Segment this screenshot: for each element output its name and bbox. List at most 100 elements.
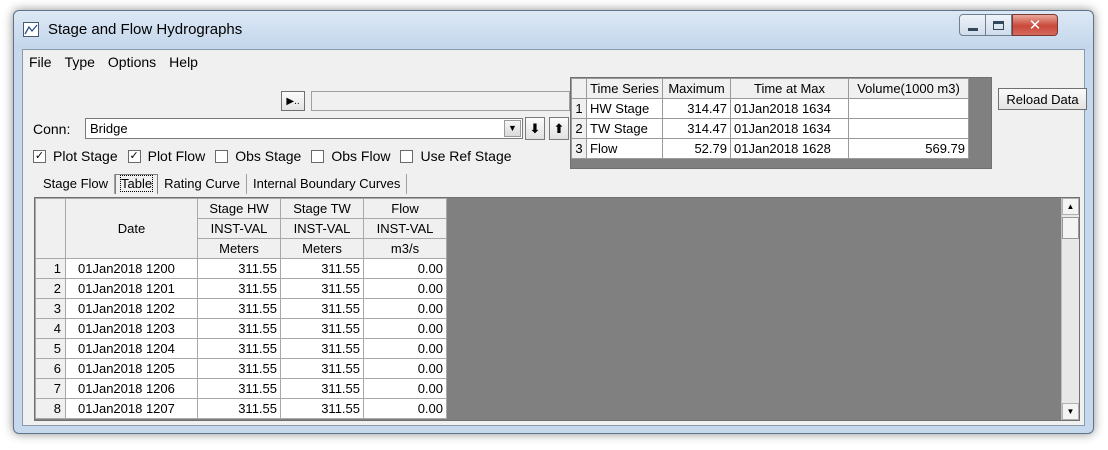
series-cell[interactable]: TW Stage <box>586 118 663 139</box>
flow-cell[interactable]: 0.00 <box>363 298 447 319</box>
conn-value: Bridge <box>90 121 128 136</box>
max-cell[interactable]: 314.47 <box>662 98 731 119</box>
obs-stage-checkbox[interactable]: Obs Stage <box>215 148 301 164</box>
menu-options[interactable]: Options <box>108 54 156 70</box>
time-cell[interactable]: 01Jan2018 1628 <box>730 138 849 159</box>
series-cell[interactable]: Flow <box>586 138 663 159</box>
row-number: 8 <box>35 398 66 419</box>
table-row[interactable]: 7 01Jan2018 1206 311.55 311.55 0.00 <box>35 378 447 399</box>
time-cell[interactable]: 01Jan2018 1634 <box>730 118 849 139</box>
tw-cell[interactable]: 311.55 <box>280 378 364 399</box>
plot-flow-checkbox[interactable]: ✓ Plot Flow <box>127 148 205 164</box>
maximize-button[interactable] <box>985 14 1012 36</box>
flow-cell[interactable]: 0.00 <box>363 278 447 299</box>
max-cell[interactable]: 52.79 <box>662 138 731 159</box>
summary-row[interactable]: 2 TW Stage 314.47 01Jan2018 1634 <box>571 118 969 139</box>
date-cell[interactable]: 01Jan2018 1203 <box>65 318 198 339</box>
conn-label: Conn: <box>33 121 71 137</box>
tab-strip: Stage Flow Table Rating Curve Internal B… <box>37 174 408 194</box>
row-number: 3 <box>571 138 587 159</box>
hw-cell[interactable]: 311.55 <box>197 278 281 299</box>
tw-cell[interactable]: 311.55 <box>280 298 364 319</box>
scroll-up-button[interactable]: ▲ <box>1062 198 1079 215</box>
tw-cell[interactable]: 311.55 <box>280 318 364 339</box>
hw-cell[interactable]: 311.55 <box>197 338 281 359</box>
hw-cell[interactable]: 311.55 <box>197 258 281 279</box>
plot-options: ✓ Plot Stage ✓ Plot Flow Obs Stage Obs Flo… <box>33 148 522 164</box>
chevron-down-icon[interactable]: ▼ <box>504 120 521 137</box>
date-cell[interactable]: 01Jan2018 1201 <box>65 278 198 299</box>
tw-cell[interactable]: 311.55 <box>280 358 364 379</box>
tab-rating-curve[interactable]: Rating Curve <box>158 174 247 194</box>
conn-select[interactable]: Bridge ▼ <box>85 118 523 139</box>
table-row[interactable]: 8 01Jan2018 1207 311.55 311.55 0.00 <box>35 398 447 419</box>
date-cell[interactable]: 01Jan2018 1204 <box>65 338 198 359</box>
window-title: Stage and Flow Hydrographs <box>48 21 243 38</box>
tab-label: Internal Boundary Curves <box>253 176 401 191</box>
hw-cell[interactable]: 311.55 <box>197 298 281 319</box>
checkbox-box <box>400 149 414 163</box>
minimize-button[interactable] <box>959 14 986 36</box>
tab-stage-flow[interactable]: Stage Flow <box>37 174 116 194</box>
menu-type[interactable]: Type <box>65 54 95 70</box>
menu-help[interactable]: Help <box>169 54 198 70</box>
hw-cell[interactable]: 311.55 <box>197 378 281 399</box>
tw-cell[interactable]: 311.55 <box>280 338 364 359</box>
plot-stage-checkbox[interactable]: ✓ Plot Stage <box>33 148 118 164</box>
date-cell[interactable]: 01Jan2018 1200 <box>65 258 198 279</box>
flow-cell[interactable]: 0.00 <box>363 398 447 419</box>
date-cell[interactable]: 01Jan2018 1207 <box>65 398 198 419</box>
volume-cell[interactable] <box>848 98 969 119</box>
checkbox-box: ✓ <box>33 149 46 163</box>
hw-cell[interactable]: 311.55 <box>197 398 281 419</box>
max-cell[interactable]: 314.47 <box>662 118 731 139</box>
flow-cell[interactable]: 0.00 <box>363 358 447 379</box>
summary-header: Maximum <box>662 78 731 99</box>
tw-cell[interactable]: 311.55 <box>280 398 364 419</box>
date-cell[interactable]: 01Jan2018 1202 <box>65 298 198 319</box>
table-row[interactable]: 3 01Jan2018 1202 311.55 311.55 0.00 <box>35 298 447 319</box>
flow-cell[interactable]: 0.00 <box>363 338 447 359</box>
table-row[interactable]: 1 01Jan2018 1200 311.55 311.55 0.00 <box>35 258 447 279</box>
close-button[interactable]: ✕ <box>1012 14 1058 36</box>
client-area: File Type Options Help ▶.. Conn: Bridge … <box>22 49 1087 426</box>
summary-row[interactable]: 3 Flow 52.79 01Jan2018 1628 569.79 <box>571 138 969 159</box>
series-cell[interactable]: HW Stage <box>586 98 663 119</box>
tw-cell[interactable]: 311.55 <box>280 258 364 279</box>
move-down-button[interactable]: ⬇ <box>525 117 545 140</box>
title-bar[interactable]: Stage and Flow Hydrographs ✕ <box>14 11 1093 49</box>
flow-cell[interactable]: 0.00 <box>363 258 447 279</box>
menu-file[interactable]: File <box>29 54 52 70</box>
play-button[interactable]: ▶.. <box>281 91 305 111</box>
column-name: Flow <box>363 198 447 219</box>
date-cell[interactable]: 01Jan2018 1206 <box>65 378 198 399</box>
volume-cell[interactable] <box>848 118 969 139</box>
tab-table[interactable]: Table <box>115 174 159 194</box>
time-cell[interactable]: 01Jan2018 1634 <box>730 98 849 119</box>
hw-cell[interactable]: 311.55 <box>197 358 281 379</box>
scroll-thumb[interactable] <box>1062 217 1079 239</box>
row-number: 6 <box>35 358 66 379</box>
reload-data-button[interactable]: Reload Data <box>998 88 1087 110</box>
hw-cell[interactable]: 311.55 <box>197 318 281 339</box>
date-cell[interactable]: 01Jan2018 1205 <box>65 358 198 379</box>
table-row[interactable]: 5 01Jan2018 1204 311.55 311.55 0.00 <box>35 338 447 359</box>
summary-row[interactable]: 1 HW Stage 314.47 01Jan2018 1634 <box>571 98 969 119</box>
flow-cell[interactable]: 0.00 <box>363 378 447 399</box>
tw-cell[interactable]: 311.55 <box>280 278 364 299</box>
use-ref-stage-checkbox[interactable]: Use Ref Stage <box>400 148 512 164</box>
table-row[interactable]: 4 01Jan2018 1203 311.55 311.55 0.00 <box>35 318 447 339</box>
volume-cell[interactable]: 569.79 <box>848 138 969 159</box>
obs-flow-checkbox[interactable]: Obs Flow <box>311 148 390 164</box>
vertical-scrollbar[interactable]: ▲ ▼ <box>1061 198 1079 420</box>
table-row[interactable]: 6 01Jan2018 1205 311.55 311.55 0.00 <box>35 358 447 379</box>
move-up-button[interactable]: ⬆ <box>549 117 569 140</box>
flow-cell[interactable]: 0.00 <box>363 318 447 339</box>
table-row[interactable]: 2 01Jan2018 1201 311.55 311.55 0.00 <box>35 278 447 299</box>
app-icon <box>23 22 39 37</box>
scroll-down-button[interactable]: ▼ <box>1062 403 1079 420</box>
tab-internal-boundary-curves[interactable]: Internal Boundary Curves <box>247 174 408 194</box>
row-number: 3 <box>35 298 66 319</box>
data-table: Date Stage HW Stage TW Flow INST-VAL INS… <box>34 197 1080 421</box>
date-header: Date <box>65 198 198 259</box>
